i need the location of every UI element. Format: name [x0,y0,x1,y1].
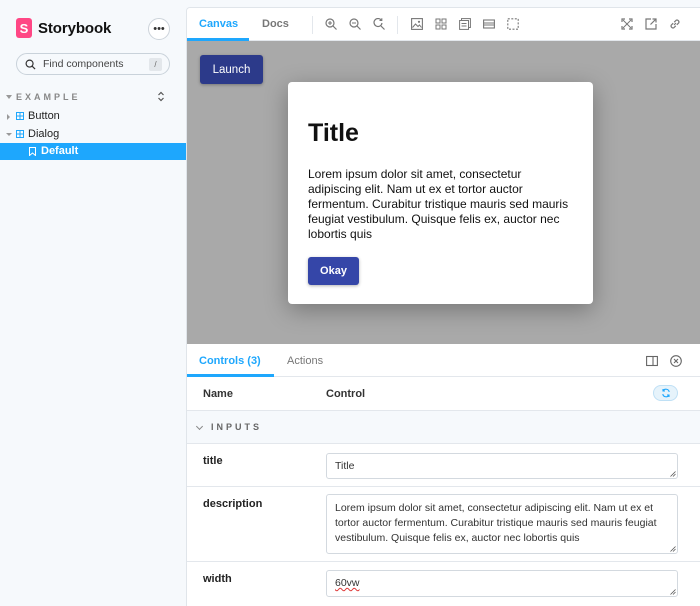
control-row-description: description Lorem ipsum dolor sit amet, … [187,487,700,562]
control-name: description [203,498,263,510]
control-name: title [203,455,223,467]
title-field[interactable]: Title [326,453,678,479]
chevron-down-icon [6,133,12,136]
column-header-name: Name [203,388,233,400]
sidebar: S Storybook ••• Find components / EXAMPL… [0,0,186,606]
section-example[interactable]: EXAMPLE [0,91,186,105]
resize-handle-icon[interactable] [670,589,676,595]
fullscreen-icon[interactable] [621,18,633,30]
control-row-title: title Title [187,444,700,487]
menu-button[interactable]: ••• [148,18,170,40]
reset-controls-button[interactable] [653,385,678,401]
sidebar-item-label: Button [28,110,60,122]
tab-docs[interactable]: Docs [262,18,289,30]
inputs-group-label: INPUTS [211,422,263,432]
inputs-group-toggle[interactable]: INPUTS [187,411,700,444]
search-input[interactable]: Find components / [16,53,170,75]
dialog-description: Lorem ipsum dolor sit amet, consectetur … [308,167,569,241]
sidebar-item-label: Dialog [28,128,60,140]
main-panel: Canvas Docs Launch Title Lorem ipsum dol… [186,7,700,606]
close-icon[interactable] [670,355,682,367]
description-field[interactable]: Lorem ipsum dolor sit amet, consectetur … [326,494,678,554]
tab-controls[interactable]: Controls (3) [199,355,261,367]
panel-orientation-icon[interactable] [646,355,658,367]
brand[interactable]: S Storybook [16,18,111,38]
control-row-width: width 60vw [187,562,700,606]
refresh-icon [661,388,670,398]
outline-icon[interactable] [507,18,519,30]
component-icon [16,112,24,120]
chevron-down-icon [195,422,204,431]
zoom-reset-icon[interactable] [373,18,385,30]
okay-button[interactable]: Okay [308,257,359,285]
dialog-title: Title [308,119,359,147]
chevron-right-icon [7,114,10,120]
copy-link-icon[interactable] [669,18,681,30]
expand-collapse-icon[interactable] [157,91,165,102]
toolbar: Canvas Docs [187,8,700,41]
width-field[interactable]: 60vw [326,570,678,597]
sidebar-item-dialog[interactable]: Dialog [0,126,186,143]
sidebar-item-label: Default [41,145,79,157]
sidebar-item-default[interactable]: Default [0,143,186,160]
column-header-control: Control [326,388,366,400]
addons-panel: Controls (3) Actions Name Control INPUTS… [187,344,700,606]
control-name: width [203,573,232,585]
viewport-icon[interactable] [483,18,495,30]
description-field-value: Lorem ipsum dolor sit amet, consectetur … [335,502,657,544]
measure-icon[interactable] [459,18,471,30]
width-field-value: 60vw [335,577,360,589]
open-new-tab-icon[interactable] [645,18,657,30]
resize-handle-icon[interactable] [670,471,676,477]
tab-canvas[interactable]: Canvas [199,18,238,30]
toolbar-divider [312,16,313,34]
search-shortcut-badge: / [149,57,162,71]
dialog: Title Lorem ipsum dolor sit amet, consec… [288,82,593,304]
resize-handle-icon[interactable] [670,546,676,552]
sidebar-item-button[interactable]: Button [0,108,186,125]
chevron-down-icon [6,95,12,99]
launch-button[interactable]: Launch [200,55,263,84]
preview-canvas: Launch Title Lorem ipsum dolor sit amet,… [187,41,700,344]
search-icon [25,59,36,70]
addon-tabs: Controls (3) Actions [187,344,700,377]
toolbar-divider [397,16,398,34]
section-label: EXAMPLE [16,92,81,102]
brand-name: Storybook [38,19,112,37]
component-icon [16,130,24,138]
background-icon[interactable] [411,18,423,30]
zoom-out-icon[interactable] [349,18,361,30]
controls-header: Name Control [187,377,700,411]
title-field-value: Title [335,460,355,472]
storybook-logo-icon: S [16,18,32,38]
bookmark-icon [29,147,36,156]
grid-icon[interactable] [435,18,447,30]
search-placeholder: Find components [43,58,124,70]
zoom-in-icon[interactable] [325,18,337,30]
tab-actions[interactable]: Actions [287,355,323,367]
